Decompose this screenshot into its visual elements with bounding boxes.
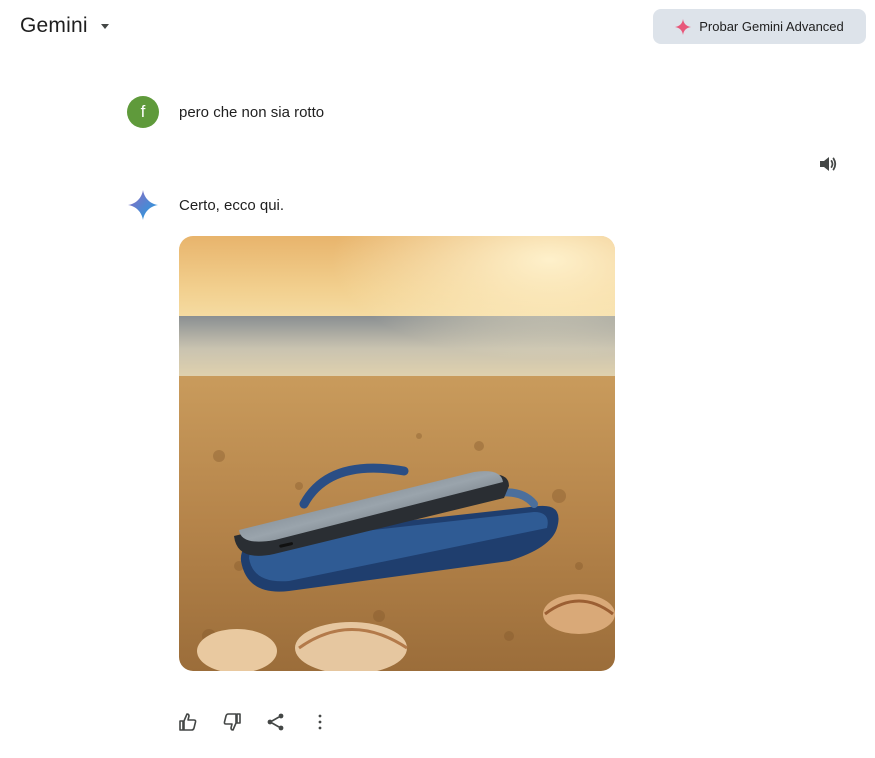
gemini-chat: Gemini Probar Gemini Advanced f pero che… [0, 0, 875, 758]
speaker-icon[interactable] [817, 153, 839, 175]
share-icon[interactable] [264, 710, 288, 734]
model-message: Certo, ecco qui. [127, 189, 284, 221]
generated-image[interactable] [179, 236, 615, 671]
response-actions [176, 710, 332, 734]
caret-down-icon [98, 19, 112, 33]
user-message-text: pero che non sia rotto [179, 103, 325, 121]
sparkle-icon [675, 18, 692, 35]
thumbs-down-icon[interactable] [220, 710, 244, 734]
upgrade-button[interactable]: Probar Gemini Advanced [653, 9, 866, 44]
gemini-sparkle-icon [127, 189, 159, 221]
upgrade-label: Probar Gemini Advanced [699, 19, 844, 34]
model-message-text: Certo, ecco qui. [179, 196, 285, 214]
user-message: f pero che non sia rotto [127, 96, 324, 128]
brand-name: Gemini [20, 14, 88, 37]
user-avatar[interactable]: f [127, 96, 159, 128]
more-vert-icon[interactable] [308, 710, 332, 734]
thumbs-up-icon[interactable] [176, 710, 200, 734]
model-selector[interactable]: Gemini [20, 14, 112, 38]
